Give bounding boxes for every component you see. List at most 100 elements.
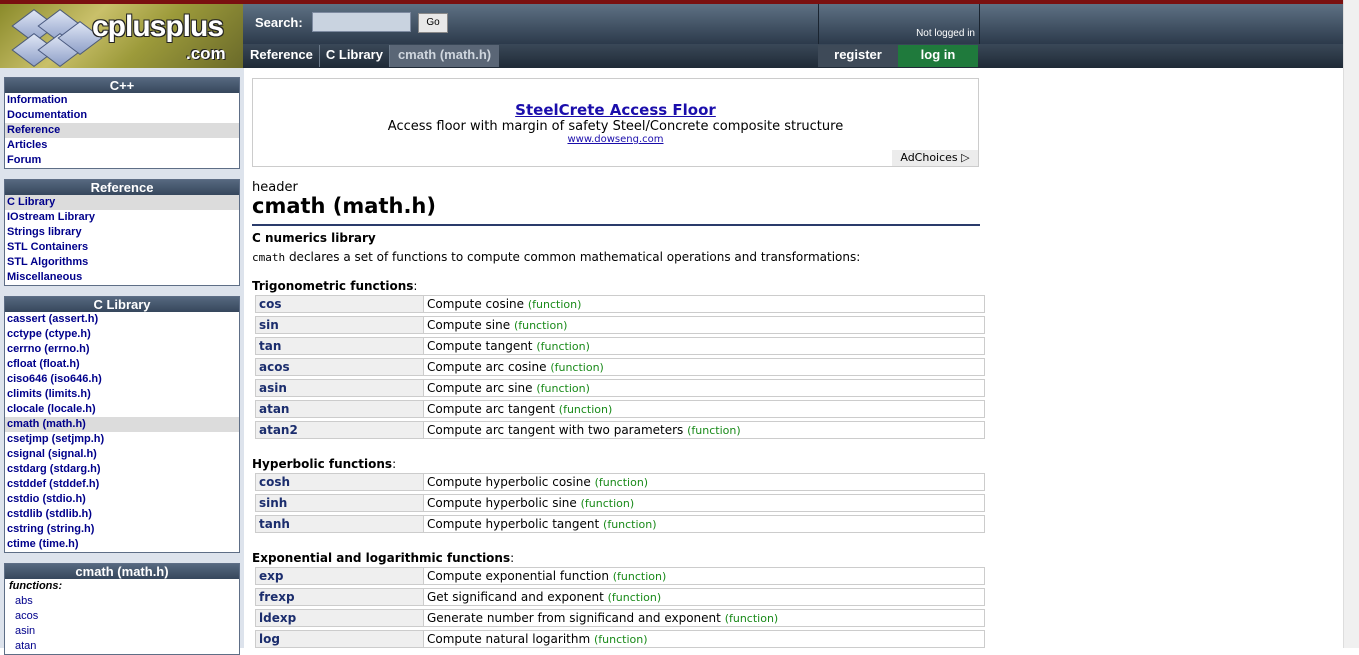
table-row: cos Compute cosine (function)	[255, 295, 985, 313]
sidebar-fn-acos[interactable]: acos	[5, 609, 239, 624]
sidebar-item-cassert[interactable]: cassert (assert.h)	[5, 312, 239, 327]
logo-suffix: .com	[186, 44, 226, 63]
register-button[interactable]: register	[818, 45, 898, 67]
sidebar-item-iostream[interactable]: IOstream Library	[5, 210, 239, 225]
sidebar-item-forum[interactable]: Forum	[5, 153, 239, 168]
page-intro: cmath declares a set of functions to com…	[252, 250, 860, 264]
go-button[interactable]: Go	[418, 13, 448, 33]
table-row: frexp Get significand and exponent (funct…	[255, 588, 985, 606]
function-link[interactable]: sin	[255, 316, 424, 334]
sidebar-item-articles[interactable]: Articles	[5, 138, 239, 153]
ad-url[interactable]: www.dowseng.com	[253, 134, 978, 145]
function-table-trigonometric: cos Compute cosine (function) sin Compute …	[255, 292, 985, 442]
table-row: log Compute natural logarithm (function)	[255, 630, 985, 648]
sidebar-item-cmath[interactable]: cmath (math.h)	[5, 417, 239, 432]
table-row: ldexp Generate number from significand an…	[255, 609, 985, 627]
function-desc: Compute natural logarithm (function)	[424, 630, 985, 648]
sidebar-fn-abs[interactable]: abs	[5, 594, 239, 609]
function-desc: Compute cosine (function)	[424, 295, 985, 313]
function-link[interactable]: sinh	[255, 494, 424, 512]
function-link[interactable]: tan	[255, 337, 424, 355]
page-subtitle: C numerics library	[252, 231, 376, 245]
sidebar-item-cerrno[interactable]: cerrno (errno.h)	[5, 342, 239, 357]
adchoices-badge[interactable]: AdChoices ▷	[892, 150, 978, 166]
search-input[interactable]	[312, 12, 411, 32]
function-link[interactable]: cos	[255, 295, 424, 313]
function-desc: Compute arc sine (function)	[424, 379, 985, 397]
table-row: cosh Compute hyperbolic cosine (function)	[255, 473, 985, 491]
breadcrumb-c-library[interactable]: C Library	[320, 45, 390, 67]
sidebar-item-ciso646[interactable]: ciso646 (iso646.h)	[5, 372, 239, 387]
sidebar-item-cstddef[interactable]: cstddef (stddef.h)	[5, 477, 239, 492]
search-label: Search:	[255, 15, 303, 30]
sidebar-item-stl-containers[interactable]: STL Containers	[5, 240, 239, 255]
reference-nav-title: Reference	[5, 180, 239, 195]
play-icon: ▷	[961, 151, 970, 164]
function-link[interactable]: asin	[255, 379, 424, 397]
table-row: atan Compute arc tangent (function)	[255, 400, 985, 418]
login-button[interactable]: log in	[898, 45, 978, 67]
sidebar-item-strings[interactable]: Strings library	[5, 225, 239, 240]
sidebar-item-information[interactable]: Information	[5, 93, 239, 108]
sidebar-item-cctype[interactable]: cctype (ctype.h)	[5, 327, 239, 342]
sidebar-item-cstdlib[interactable]: cstdlib (stdlib.h)	[5, 507, 239, 522]
sidebar-item-c-library[interactable]: C Library	[5, 195, 239, 210]
sidebar-fn-asin[interactable]: asin	[5, 624, 239, 639]
table-row: tanh Compute hyperbolic tangent (function…	[255, 515, 985, 533]
sidebar-item-stl-algorithms[interactable]: STL Algorithms	[5, 255, 239, 270]
function-link[interactable]: acos	[255, 358, 424, 376]
sidebar-item-miscellaneous[interactable]: Miscellaneous	[5, 270, 239, 285]
page-scrollbar[interactable]	[1343, 0, 1359, 648]
table-row: asin Compute arc sine (function)	[255, 379, 985, 397]
adchoices-label: AdChoices	[900, 151, 958, 164]
function-link[interactable]: atan2	[255, 421, 424, 439]
sidebar-item-documentation[interactable]: Documentation	[5, 108, 239, 123]
ad-title[interactable]: SteelCrete Access Floor	[253, 101, 978, 119]
sidebar-item-climits[interactable]: climits (limits.h)	[5, 387, 239, 402]
table-row: atan2 Compute arc tangent with two parame…	[255, 421, 985, 439]
function-desc: Get significand and exponent (function)	[424, 588, 985, 606]
title-divider	[252, 224, 980, 226]
function-desc: Compute sine (function)	[424, 316, 985, 334]
section-title-exponential: Exponential and logarithmic functions:	[252, 551, 515, 565]
site-logo[interactable]: cplusplus .com	[0, 4, 243, 68]
function-link[interactable]: frexp	[255, 588, 424, 606]
functions-label: functions:	[9, 580, 63, 592]
function-desc: Compute arc cosine (function)	[424, 358, 985, 376]
function-link[interactable]: tanh	[255, 515, 424, 533]
sidebar-fn-atan[interactable]: atan	[5, 639, 239, 654]
sidebar-item-cstdio[interactable]: cstdio (stdio.h)	[5, 492, 239, 507]
function-desc: Compute arc tangent with two parameters …	[424, 421, 985, 439]
intro-code: cmath	[252, 251, 286, 264]
table-row: acos Compute arc cosine (function)	[255, 358, 985, 376]
function-link[interactable]: exp	[255, 567, 424, 585]
sidebar-item-ctime[interactable]: ctime (time.h)	[5, 537, 239, 552]
breadcrumb: Reference C Library cmath (math.h)	[244, 45, 500, 67]
function-link[interactable]: atan	[255, 400, 424, 418]
function-desc: Compute hyperbolic cosine (function)	[424, 473, 985, 491]
section-title-trigonometric: Trigonometric functions:	[252, 279, 418, 293]
sidebar-item-cfloat[interactable]: cfloat (float.h)	[5, 357, 239, 372]
sidebar-item-cstdarg[interactable]: cstdarg (stdarg.h)	[5, 462, 239, 477]
function-link[interactable]: cosh	[255, 473, 424, 491]
sidebar-item-reference[interactable]: Reference	[5, 123, 239, 138]
function-desc: Generate number from significand and exp…	[424, 609, 985, 627]
sidebar-item-clocale[interactable]: clocale (locale.h)	[5, 402, 239, 417]
cmath-nav-box: cmath (math.h) functions: abs acos asin …	[4, 563, 240, 655]
section-title-hyperbolic: Hyperbolic functions:	[252, 457, 397, 471]
ad-banner[interactable]: SteelCrete Access Floor Access floor wit…	[252, 78, 979, 167]
breadcrumb-reference[interactable]: Reference	[244, 45, 320, 67]
sidebar-item-csignal[interactable]: csignal (signal.h)	[5, 447, 239, 462]
sidebar: C++ Information Documentation Reference …	[0, 68, 244, 655]
function-link[interactable]: ldexp	[255, 609, 424, 627]
function-desc: Compute arc tangent (function)	[424, 400, 985, 418]
sidebar-item-csetjmp[interactable]: csetjmp (setjmp.h)	[5, 432, 239, 447]
function-link[interactable]: log	[255, 630, 424, 648]
table-row: exp Compute exponential function (functio…	[255, 567, 985, 585]
logo-text: cplusplus	[92, 10, 224, 43]
function-desc: Compute hyperbolic tangent (function)	[424, 515, 985, 533]
function-desc: Compute hyperbolic sine (function)	[424, 494, 985, 512]
ad-description: Access floor with margin of safety Steel…	[387, 119, 844, 134]
page-kind: header	[252, 180, 298, 195]
sidebar-item-cstring[interactable]: cstring (string.h)	[5, 522, 239, 537]
